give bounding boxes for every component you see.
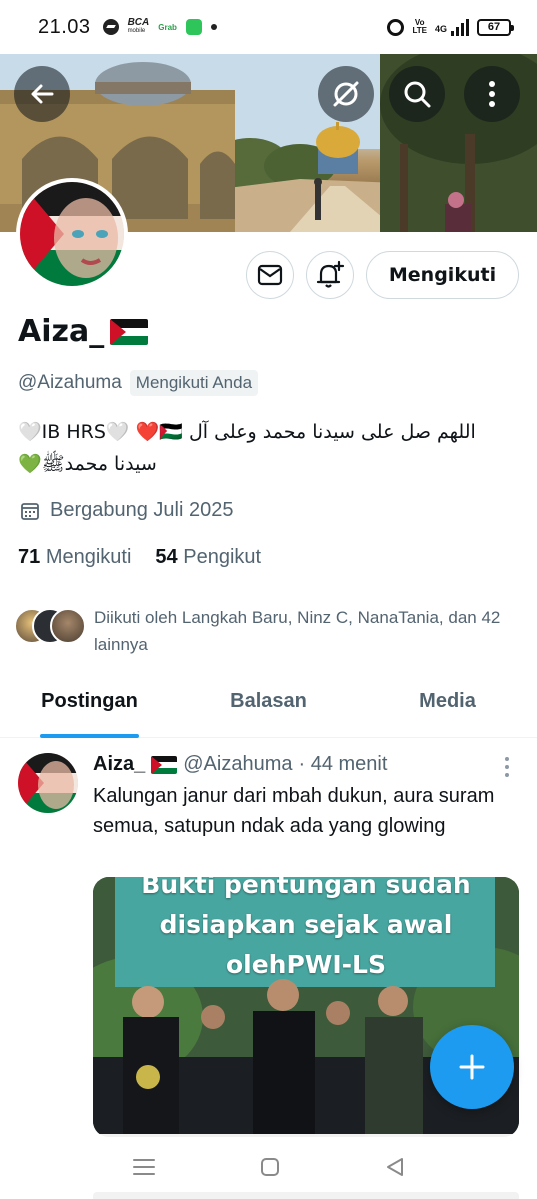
profile-bio: اللهم صل على سيدنا محمد وعلى آل IB HRS🤍 … [18,416,498,480]
back-button[interactable] [14,66,70,122]
post-header: Aiza_ @Aizahuma · 44 menit [93,753,387,776]
back-arrow-icon [31,84,54,104]
post-avatar[interactable] [18,753,78,813]
notify-button[interactable] [306,251,354,299]
system-nav-bar [0,1134,537,1199]
mail-icon [257,264,283,286]
menu-icon[interactable] [132,1157,156,1177]
volte-icon: Vo LTE [412,18,427,35]
tab-media[interactable]: Media [358,676,537,737]
palestine-flag-icon [110,318,149,345]
post-author-name[interactable]: Aiza_ [93,753,145,776]
palestine-flag-icon [151,755,178,774]
followed-by[interactable]: Diikuti oleh Langkah Baru, Ninz C, NanaT… [14,604,514,658]
more-vertical-icon [505,757,509,761]
grab-icon: Grab [158,22,177,32]
network-type: 4G [434,24,447,34]
alarm-icon [387,18,405,36]
following-button[interactable]: Mengikuti [366,251,519,299]
plus-icon [459,1054,485,1080]
post-time: · 44 menit [298,753,388,775]
post-avatar-image [18,753,78,813]
joined-date: Bergabung Juli 2025 [20,499,233,522]
bio-line-1: اللهم صل على سيدنا محمد وعلى آل IB HRS🤍 … [18,421,476,443]
status-time: 21.03 [38,15,91,38]
message-button[interactable] [246,251,294,299]
follow-stats: 71 Mengikuti 54 Pengikut [18,546,261,569]
following-stat[interactable]: 71 Mengikuti [18,546,131,569]
avatar-image [20,182,124,286]
search-button[interactable] [389,66,445,122]
calendar-icon [21,502,39,520]
bio-line-2: سيدنا محمدﷺ💚 [18,453,157,475]
user-handle: @Aizahuma [18,372,122,393]
profile-avatar[interactable] [16,178,128,290]
media-line-1: Bukti pentungan sudah [141,877,471,899]
chat-app-icon [185,19,202,35]
more-options-button[interactable] [464,66,520,122]
post-text: Kalungan janur dari mbah dukun, aura sur… [93,785,495,837]
search-icon [404,81,431,108]
display-name-text: Aiza_ [18,314,105,349]
back-triangle-icon[interactable] [384,1156,406,1178]
post-media-caption: Bukti pentungan sudah disiapkan sejak aw… [93,877,519,985]
handle-row: @Aizahuma Mengikuti Anda [18,370,259,396]
signal-icon [451,18,469,36]
display-name: Aiza_ [18,314,149,349]
followed-by-text: Diikuti oleh Langkah Baru, Ninz C, NanaT… [94,608,501,654]
post-more-button[interactable] [500,757,514,781]
mini-avatar [50,608,86,644]
post-author-handle[interactable]: @Aizahuma [183,753,292,776]
bca-mobile-icon: BCA mobile [127,17,150,35]
media-line-3: olehPWI-LS [225,950,386,979]
more-notifications-dot [210,24,217,30]
follows-you-badge: Mengikuti Anda [129,370,259,396]
followers-stat[interactable]: 54 Pengikut [155,546,261,569]
bell-plus-icon [316,260,345,288]
home-square-icon[interactable] [259,1156,281,1178]
media-line-2: disiapkan sejak awal [159,910,453,939]
post-item[interactable]: Aiza_ @Aizahuma · 44 menit Kalungan janu… [0,739,537,1199]
followed-by-avatars [14,604,86,644]
more-vertical-icon [489,81,495,107]
messenger-icon [102,19,119,35]
compose-button[interactable] [430,1025,514,1109]
grok-icon [333,81,359,107]
joined-text: Bergabung Juli 2025 [50,499,234,521]
grok-button[interactable] [318,66,374,122]
profile-tabs: Postingan Balasan Media [0,676,537,738]
battery-icon: 67 [477,18,514,36]
status-bar: 21.03 BCA mobile Grab Vo LTE 4G 67 [0,0,537,54]
tab-posts[interactable]: Postingan [0,676,179,738]
tab-replies[interactable]: Balasan [179,676,358,737]
